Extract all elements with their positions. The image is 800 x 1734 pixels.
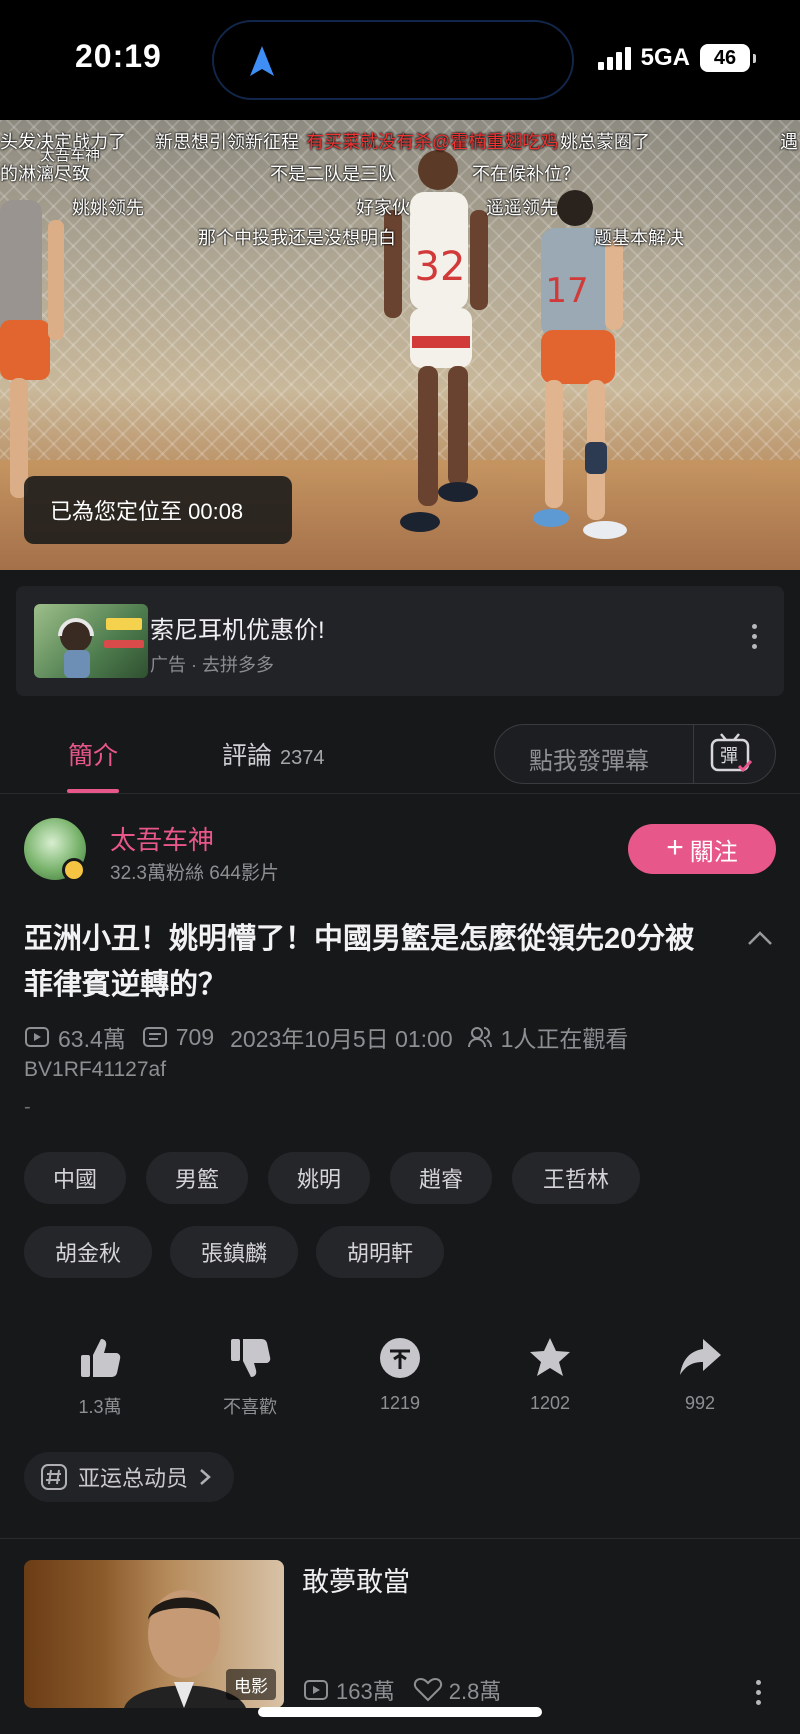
video-title: 亞洲小丑！姚明懵了！中國男籃是怎麼從領先20分被菲律賓逆轉的？ — [24, 923, 695, 1001]
heart-icon — [413, 1677, 442, 1702]
danmaku-comment: 有买菜就没有杀@霍楠重翅吃鸡 — [306, 132, 559, 152]
danmaku-comment: 不在候补位？ — [472, 164, 580, 184]
favorite-count: 1202 — [529, 1393, 571, 1413]
favorite-button[interactable]: 1202 — [490, 1335, 610, 1414]
ad-thumbnail — [34, 604, 148, 678]
coin-icon — [380, 1338, 420, 1378]
uploader-stats: 32.3萬粉絲 644影片 — [110, 863, 279, 884]
danmaku-comment: 那个中投我还是没想明白 — [198, 228, 396, 248]
verified-badge-icon — [62, 858, 86, 882]
danmaku-count: 709 — [175, 1023, 215, 1050]
related-like-count: 2.8萬 — [448, 1679, 502, 1704]
danmaku-toggle-icon[interactable]: 彈 — [709, 732, 755, 776]
chevron-right-icon — [200, 1469, 211, 1485]
share-count: 992 — [684, 1393, 716, 1413]
topic-chip[interactable]: 亚运总动员 — [24, 1452, 235, 1502]
tag-chip[interactable]: 姚明 — [268, 1152, 370, 1204]
dislike-button[interactable]: 不喜歡 — [190, 1335, 310, 1419]
coin-count: 1219 — [379, 1393, 421, 1413]
watching-icon — [467, 1027, 492, 1048]
thumbs-up-icon — [81, 1339, 121, 1377]
ad-card[interactable]: 索尼耳机优惠价! 广告 · 去拼多多 — [16, 586, 784, 696]
danmaku-comment: 不是二队是三队 — [270, 164, 396, 184]
related-video-badge: 电影 — [226, 1669, 276, 1700]
watching-now: 1人正在觀看 — [500, 1026, 629, 1052]
danmaku-comment: 姚总蒙圈了 — [560, 132, 650, 152]
tag-chip[interactable]: 王哲林 — [512, 1152, 640, 1204]
tab-comments[interactable]: 評論 2374 — [222, 736, 325, 772]
follow-label: 關注 — [689, 838, 738, 866]
related-video-thumbnail[interactable]: 电影 — [24, 1560, 284, 1708]
network-type: 5GA — [640, 44, 690, 71]
follow-button[interactable]: + 關注 — [628, 824, 776, 874]
video-description: - — [24, 1096, 31, 1118]
danmaku-comment: 题基本解决 — [594, 228, 684, 248]
jersey-number: 17 — [545, 271, 588, 311]
related-video-stats: 163萬 2.8萬 — [302, 1674, 501, 1706]
more-options-icon[interactable] — [752, 624, 758, 654]
tag-chip[interactable]: 胡金秋 — [24, 1226, 152, 1278]
danmaku-comment: 好家伙 — [356, 198, 410, 218]
chevron-up-icon[interactable] — [746, 928, 774, 948]
jersey-number: 32 — [415, 244, 466, 290]
danmaku-input-placeholder: 點我發彈幕 — [529, 748, 649, 775]
seek-position-toast: 已為您定位至 00:08 — [24, 476, 292, 544]
video-player[interactable]: 32 17 头发决定战力了 新思想引领新征程 有买菜就没有杀@霍楠重翅吃鸡 姚总… — [0, 120, 800, 570]
comments-count: 2374 — [280, 747, 325, 769]
headphones-model-image — [58, 618, 144, 678]
related-view-count: 163萬 — [336, 1679, 395, 1704]
view-count: 63.4萬 — [58, 1026, 126, 1052]
section-divider — [0, 1538, 800, 1539]
uploader-name[interactable]: 太吾车神 — [110, 820, 214, 857]
hashtag-icon — [41, 1464, 67, 1490]
like-count: 1.3萬 — [78, 1397, 122, 1417]
play-count-icon — [304, 1680, 328, 1700]
ad-subtitle: 广告 · 去拼多多 — [150, 655, 274, 675]
thumbs-down-icon — [231, 1339, 271, 1377]
plus-icon: + — [666, 830, 684, 864]
share-button[interactable]: 992 — [640, 1335, 760, 1414]
navigation-arrow-icon — [250, 46, 274, 76]
tag-chip[interactable]: 男籃 — [146, 1152, 248, 1204]
danmaku-comment: 太吾车神 — [40, 147, 101, 164]
video-stats: 63.4萬 709 2023年10月5日 01:00 1人正在觀看 — [24, 1020, 628, 1054]
danmaku-comment: 遇 — [780, 132, 798, 152]
tag-chip[interactable]: 趙睿 — [390, 1152, 492, 1204]
tag-chip[interactable]: 中國 — [24, 1152, 126, 1204]
more-options-icon[interactable] — [756, 1680, 762, 1710]
active-tab-indicator — [67, 789, 119, 793]
send-danmaku-input[interactable]: 點我發彈幕 彈 — [494, 724, 776, 784]
detail-tabs: 簡介 評論 2374 點我發彈幕 彈 — [0, 712, 800, 794]
tag-chip[interactable]: 張鎮麟 — [170, 1226, 298, 1278]
battery-icon: 46 — [700, 44, 756, 72]
publish-date: 2023年10月5日 01:00 — [230, 1026, 453, 1052]
home-indicator[interactable] — [258, 1707, 542, 1717]
video-id[interactable]: BV1RF41127af — [24, 1058, 166, 1082]
tab-intro[interactable]: 簡介 — [68, 736, 118, 772]
play-count-icon — [25, 1027, 49, 1047]
dislike-label: 不喜歡 — [223, 1397, 277, 1417]
topic-label: 亚运总动员 — [78, 1466, 189, 1491]
tag-chip[interactable]: 胡明軒 — [316, 1226, 444, 1278]
danmaku-comment: 遥遥领先 — [486, 198, 558, 218]
status-indicators: 5GA 46 — [597, 44, 756, 72]
danmaku-comment: 姚姚领先 — [72, 198, 144, 218]
danmaku-toggle-label: 彈 — [720, 746, 738, 767]
status-bar: 20:19 5GA 46 — [0, 0, 800, 120]
ad-title: 索尼耳机优惠价! — [150, 617, 325, 644]
related-video-title[interactable]: 敢夢敢當 — [302, 1560, 410, 1599]
danmaku-comment: 新思想引领新征程 — [155, 132, 299, 152]
dynamic-island[interactable] — [212, 20, 574, 100]
star-icon — [530, 1338, 570, 1376]
status-time: 20:19 — [75, 38, 162, 74]
share-arrow-icon — [680, 1339, 721, 1375]
coin-button[interactable]: 1219 — [340, 1335, 460, 1414]
signal-icon — [597, 46, 631, 70]
danmaku-count-icon — [142, 1027, 167, 1047]
like-button[interactable]: 1.3萬 — [40, 1335, 160, 1419]
tab-comments-label: 評論 — [222, 742, 273, 770]
